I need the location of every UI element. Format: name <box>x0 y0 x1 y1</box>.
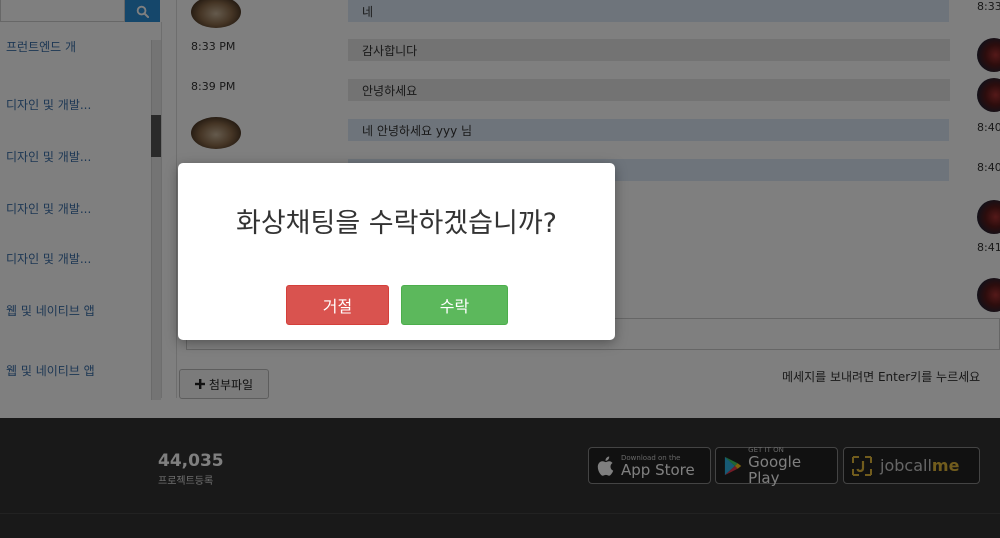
reject-button[interactable]: 거절 <box>286 285 389 325</box>
video-chat-confirm-dialog: 화상채팅을 수락하겠습니까? 거절 수락 <box>178 163 615 340</box>
dialog-title: 화상채팅을 수락하겠습니까? <box>236 208 557 239</box>
accept-button[interactable]: 수락 <box>401 285 508 325</box>
